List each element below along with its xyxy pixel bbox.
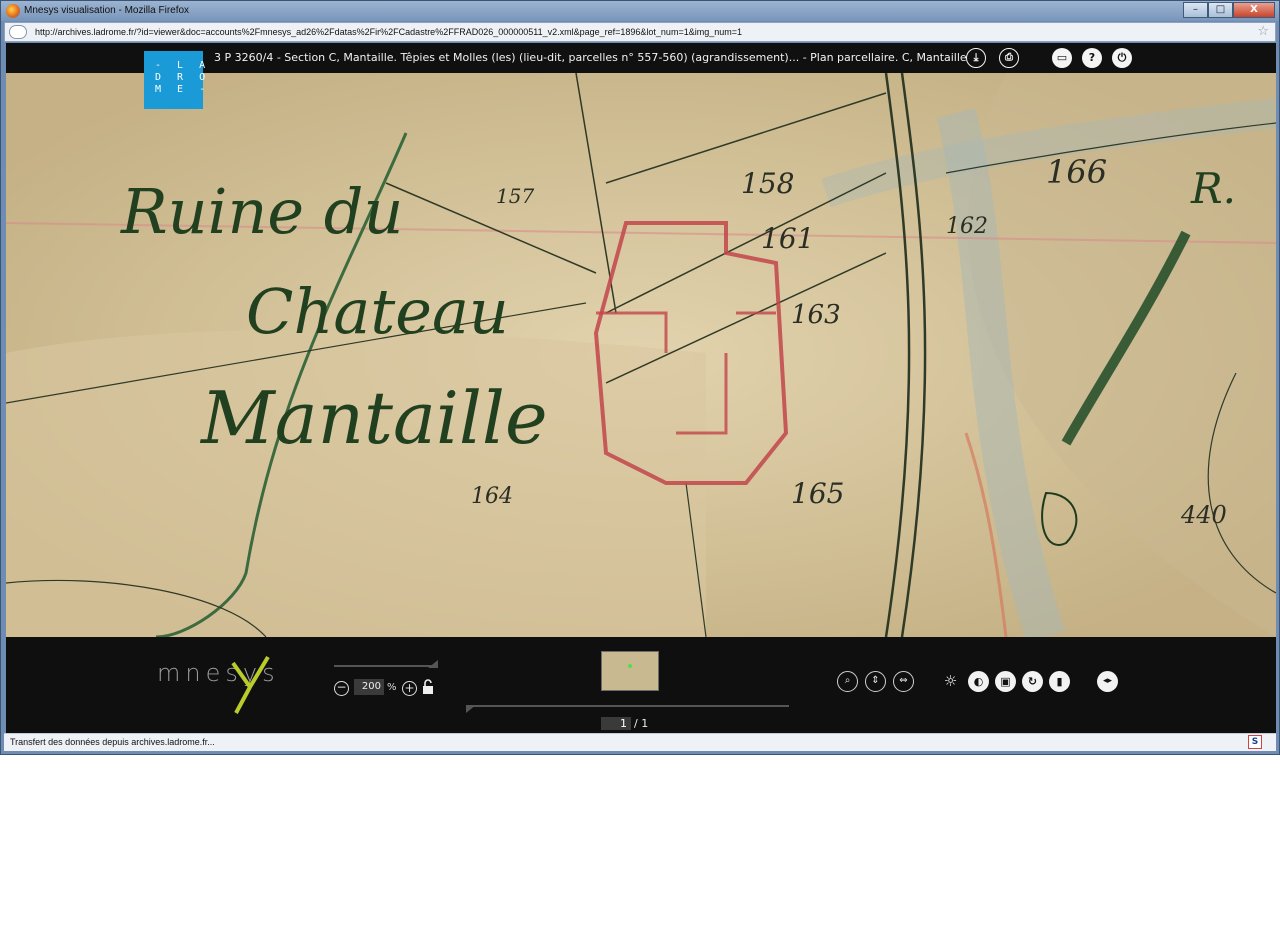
parcel-162: 162	[946, 214, 988, 239]
status-bar: Transfert des données depuis archives.la…	[4, 733, 1276, 751]
zoom-out-button[interactable]: −	[334, 681, 349, 696]
parcel-163: 163	[791, 300, 841, 330]
help-button[interactable]: ?	[1082, 48, 1102, 68]
browser-window: Mnesys visualisation - Mozilla Firefox –…	[0, 0, 1280, 755]
maximize-button[interactable]: □	[1208, 2, 1233, 18]
image-icon[interactable]: ▣	[995, 671, 1016, 692]
page-number-input[interactable]: 1	[601, 717, 631, 730]
print-icon[interactable]: ⎙	[999, 48, 1019, 68]
map-drawing: Ruine du Chateau Mantaille 158 161 163 1…	[6, 73, 1276, 637]
page-slider-track[interactable]	[473, 705, 789, 707]
parcel-440: 440	[1180, 501, 1227, 529]
rotate-icon[interactable]: ↻	[1022, 671, 1043, 692]
parcel-157: 157	[496, 184, 534, 208]
map-label-chateau: Chateau	[246, 275, 509, 348]
fullscreen-icon[interactable]: ▭	[1052, 48, 1072, 68]
address-bar[interactable]: http://archives.ladrome.fr/?id=viewer&do…	[4, 22, 1276, 42]
mnesys-y-mark	[231, 655, 270, 714]
bookmark-star-icon[interactable]: ☆	[1257, 24, 1269, 39]
title-bar: Mnesys visualisation - Mozilla Firefox –…	[1, 1, 1279, 21]
viewer-bottom-bar: mnesys − 200 % + 1 / 1 ⌕ ⇕ ⇔ ☼ ◐ ▣ ↻ ▮ ◂…	[6, 637, 1276, 733]
document-title: 3 P 3260/4 - Section C, Mantaille. Têpie…	[214, 51, 967, 64]
close-button[interactable]: X	[1233, 2, 1275, 18]
map-label-mantaille: Mantaille	[199, 376, 548, 460]
navigate-icon[interactable]: ◂▸	[1097, 671, 1118, 692]
lock-icon[interactable]: ▮	[1049, 671, 1070, 692]
parcel-164: 164	[471, 484, 513, 509]
viewer-area: 3 P 3260/4 - Section C, Mantaille. Têpie…	[6, 43, 1276, 733]
url-text[interactable]: http://archives.ladrome.fr/?id=viewer&do…	[35, 27, 742, 37]
unlock-icon[interactable]	[422, 679, 434, 695]
zoom-slider-track[interactable]	[334, 665, 438, 667]
fit-width-icon[interactable]: ⇔	[893, 671, 914, 692]
download-icon[interactable]: ⤓	[966, 48, 986, 68]
page-icon	[9, 25, 27, 39]
cadastral-map-image[interactable]: Ruine du Chateau Mantaille 158 161 163 1…	[6, 73, 1276, 637]
status-badge[interactable]: S	[1248, 735, 1262, 749]
fit-height-icon[interactable]: ⇕	[865, 671, 886, 692]
zoom-value-input[interactable]: 200	[354, 679, 384, 695]
zoom-unit: %	[387, 682, 397, 693]
minimize-button[interactable]: –	[1183, 2, 1208, 18]
contrast-icon[interactable]: ◐	[968, 671, 989, 692]
page-total: / 1	[634, 717, 649, 730]
map-label-ruine: Ruine du	[120, 175, 403, 248]
window-title: Mnesys visualisation - Mozilla Firefox	[24, 5, 190, 16]
zoom-slider-handle[interactable]	[428, 660, 438, 668]
thumbnail-position-marker	[628, 664, 632, 668]
page-thumbnail[interactable]	[601, 651, 659, 691]
window-controls: – □ X	[1183, 2, 1275, 18]
map-label-r: R.	[1190, 164, 1236, 213]
power-icon[interactable]: ⏻	[1112, 48, 1132, 68]
zoom-in-button[interactable]: +	[402, 681, 417, 696]
parcel-161: 161	[761, 222, 814, 255]
zoom-area-icon[interactable]: ⌕	[837, 671, 858, 692]
firefox-icon	[6, 4, 20, 18]
brightness-icon[interactable]: ☼	[940, 671, 961, 692]
parcel-166: 166	[1046, 153, 1107, 191]
parcel-158: 158	[741, 167, 794, 200]
status-text: Transfert des données depuis archives.la…	[10, 737, 215, 747]
la-drome-logo[interactable]: - L A D R O M E -	[144, 51, 205, 109]
parcel-165: 165	[791, 477, 844, 510]
